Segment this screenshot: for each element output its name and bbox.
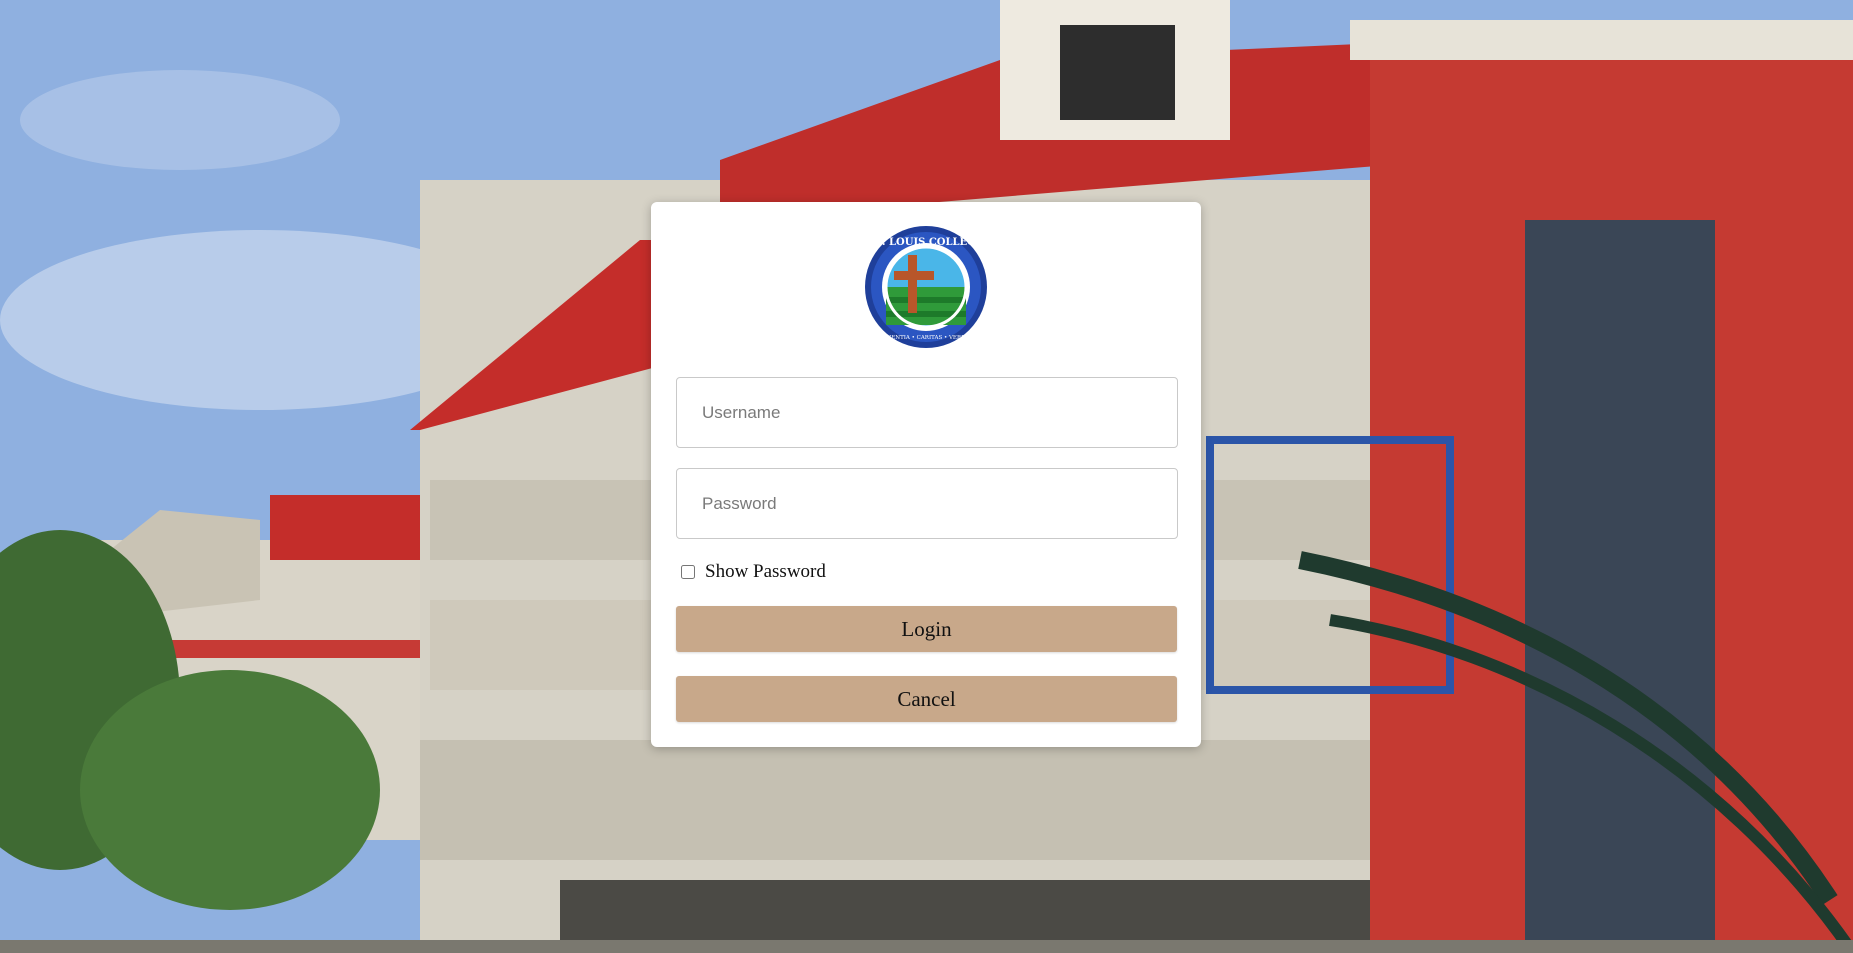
school-seal-logo-icon: ST. LOUIS COLLEGE SAPIENTIA • CARITAS • …	[864, 225, 988, 349]
show-password-checkbox[interactable]	[681, 565, 695, 579]
login-card: ST. LOUIS COLLEGE SAPIENTIA • CARITAS • …	[651, 202, 1201, 747]
show-password-label[interactable]: Show Password	[705, 561, 826, 583]
show-password-row: Show Password	[678, 557, 826, 587]
login-button[interactable]: Login	[676, 606, 1177, 652]
username-input[interactable]	[676, 377, 1178, 448]
password-input[interactable]	[676, 468, 1178, 539]
logo-name-text: ST. LOUIS COLLEGE	[869, 237, 984, 248]
logo-motto-text: SAPIENTIA • CARITAS • VERITAS	[878, 335, 975, 341]
cancel-button[interactable]: Cancel	[676, 676, 1177, 722]
